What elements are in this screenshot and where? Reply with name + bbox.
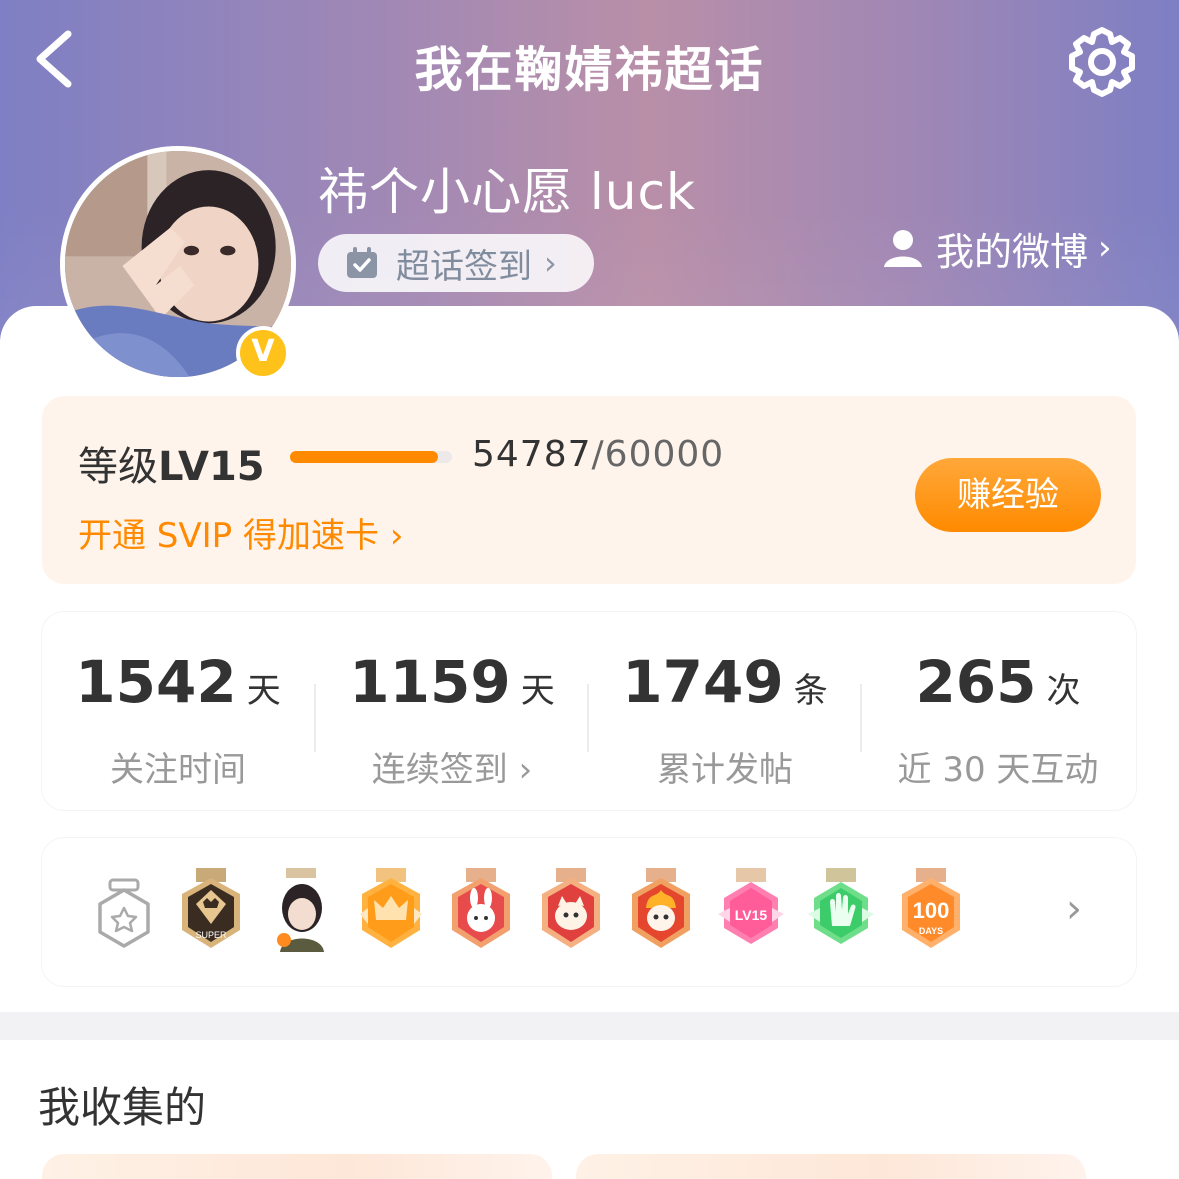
100-text: 100 — [913, 898, 950, 923]
stat-checkin-streak[interactable]: 1159 天 连续签到 › — [316, 612, 588, 810]
page-title: 我在鞠婧祎超话 — [414, 42, 765, 98]
checkin-label: 超话签到 — [396, 246, 532, 287]
stat-label: 关注时间 — [110, 750, 246, 790]
hand-medal-icon[interactable] — [806, 868, 876, 952]
progress-current: 54787 — [472, 434, 592, 475]
level-progress-bar — [290, 451, 452, 463]
stat-label: 连续签到 — [371, 750, 508, 790]
avatar-medal-icon[interactable] — [266, 868, 336, 952]
stat-label: 近 30 天互动 — [897, 750, 1099, 790]
100-days-medal-icon[interactable]: 100 DAYS — [896, 868, 966, 952]
verified-badge: V — [236, 326, 290, 380]
chevron-right-icon: › — [389, 516, 404, 556]
svip-text: 开通 SVIP 得加速卡 — [78, 516, 379, 556]
my-weibo-link[interactable]: 我的微博 › — [882, 222, 1112, 274]
stat-value: 1749 — [622, 648, 784, 716]
stat-total-posts: 1749 条 累计发帖 — [589, 612, 861, 810]
stats-panel: 1542 天 关注时间 1159 天 连续签到 › 1749 条 累计发帖 265 次 … — [42, 612, 1136, 810]
stat-value: 265 — [915, 648, 1037, 716]
person-icon — [884, 230, 922, 267]
progress-total: /60000 — [591, 434, 725, 475]
svip-link[interactable]: 开通 SVIP 得加速卡 › — [78, 508, 403, 557]
earn-exp-button[interactable]: 赚经验 — [915, 458, 1101, 532]
my-weibo-label: 我的微博 — [936, 229, 1089, 274]
collection-section: 我收集的 — [0, 1040, 1179, 1179]
fire-dragon-medal-icon[interactable] — [626, 868, 696, 952]
calendar-check-icon — [347, 247, 377, 278]
chevron-right-icon: › — [544, 244, 557, 282]
red-cat-medal-icon[interactable] — [536, 868, 606, 952]
chevron-right-icon[interactable]: › — [1066, 886, 1082, 932]
stat-value: 1542 — [75, 648, 237, 716]
back-chevron-icon[interactable] — [28, 26, 88, 92]
red-rabbit-medal-icon[interactable] — [446, 868, 516, 952]
stat-interactions: 265 次 近 30 天互动 — [862, 612, 1134, 810]
stat-unit: 次 — [1046, 671, 1081, 711]
collection-card[interactable] — [42, 1154, 552, 1179]
stat-label: 累计发帖 — [657, 750, 793, 790]
badge-outline-icon — [98, 878, 150, 948]
days-text: DAYS — [919, 926, 943, 936]
stat-follow-time: 1542 天 关注时间 — [42, 612, 314, 810]
level-progress-text: 54787/60000 — [472, 434, 724, 475]
badges-panel[interactable]: SUPER LV15 100 DAYS › — [42, 838, 1136, 986]
username: 祎个小心愿 luck — [318, 163, 696, 221]
gear-icon[interactable] — [1066, 26, 1138, 98]
chevron-right-icon: › — [518, 750, 533, 790]
level-progress-fill — [290, 451, 438, 463]
chevron-right-icon: › — [1098, 228, 1112, 268]
crown-medal-icon[interactable] — [356, 868, 426, 952]
stat-unit: 天 — [246, 671, 281, 711]
collection-title: 我收集的 — [38, 1083, 207, 1132]
super-text: SUPER — [195, 930, 227, 940]
level-value: LV15 — [158, 444, 265, 490]
level-label: 等级LV15 — [78, 434, 265, 492]
collection-card[interactable] — [576, 1154, 1086, 1179]
lv15-text: LV15 — [735, 907, 768, 923]
checkin-button[interactable]: 超话签到 › — [318, 234, 594, 292]
level-panel: 等级LV15 54787/60000 开通 SVIP 得加速卡 › 赚经验 — [42, 396, 1136, 584]
level-text: 等级 — [78, 444, 158, 490]
stat-unit: 天 — [520, 671, 555, 711]
super-medal-icon[interactable]: SUPER — [176, 868, 246, 952]
lv15-medal-icon[interactable]: LV15 — [716, 868, 786, 952]
stat-unit: 条 — [793, 671, 828, 711]
stat-value: 1159 — [349, 648, 511, 716]
